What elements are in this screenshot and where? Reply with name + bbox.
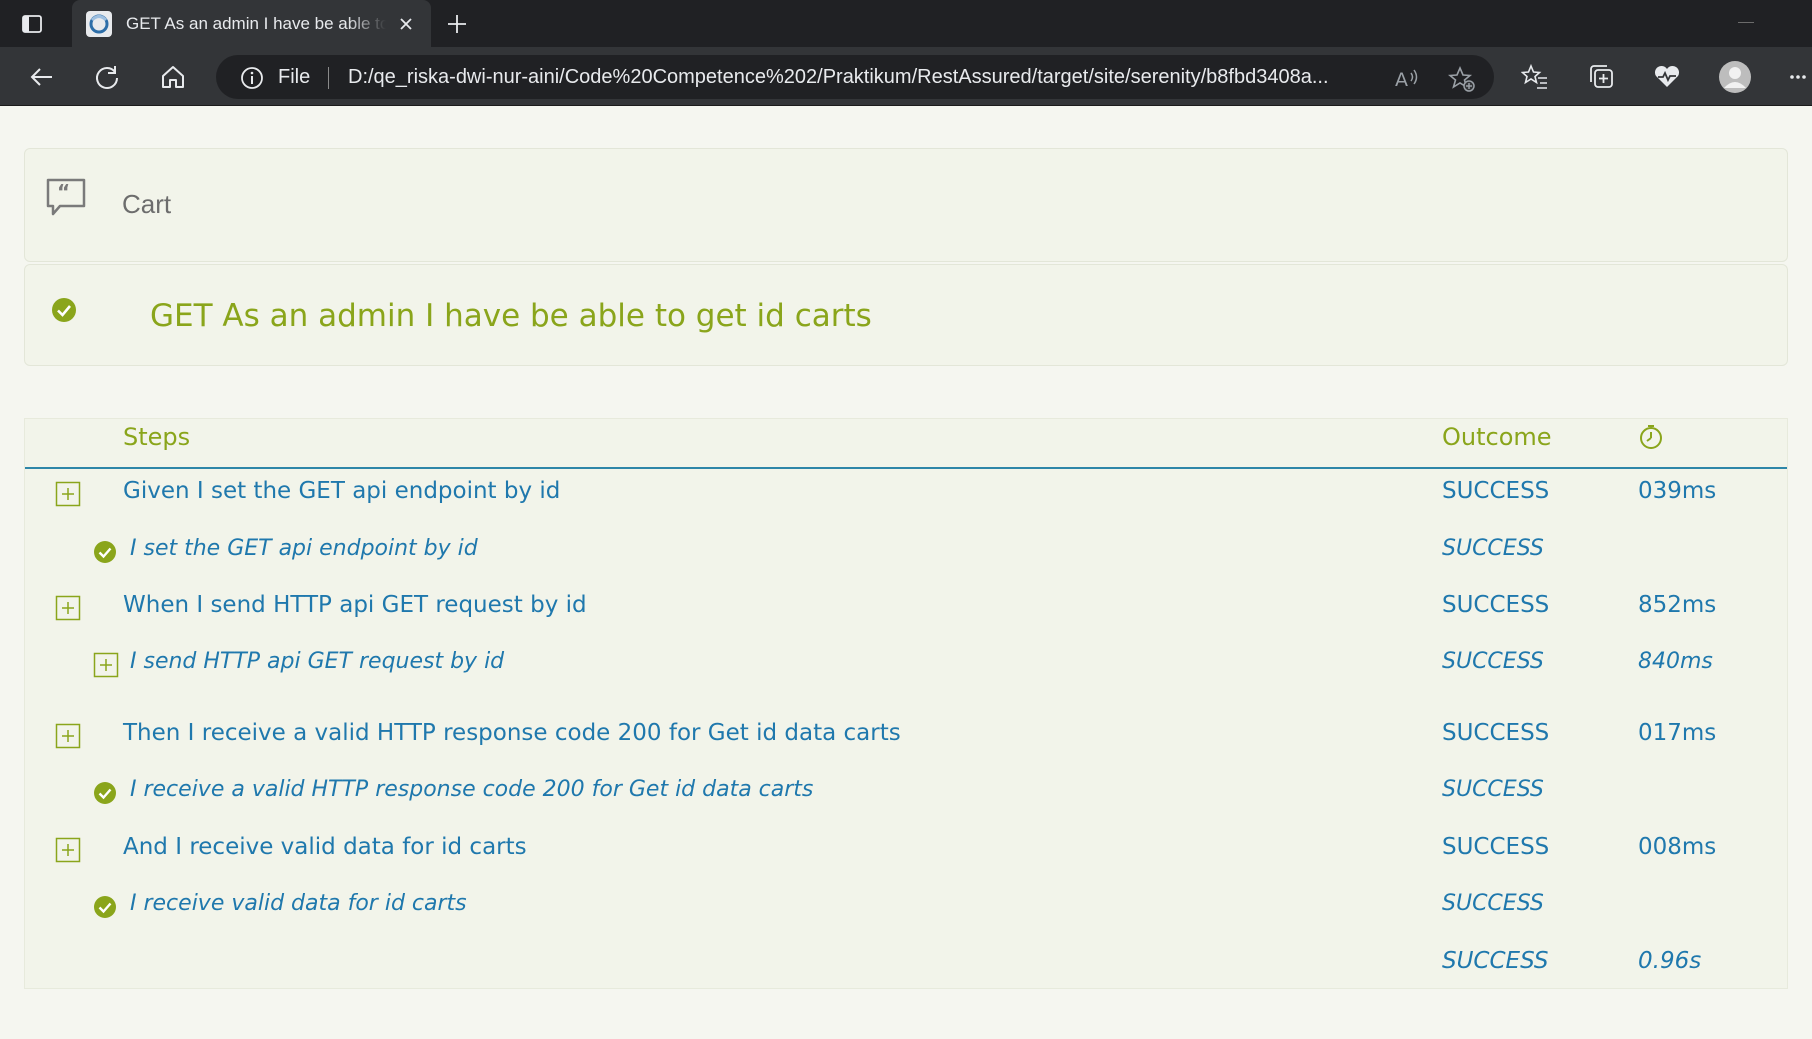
scenario-card: GET As an admin I have be able to get id… xyxy=(24,264,1788,366)
new-tab-icon[interactable] xyxy=(444,11,470,37)
success-check-icon xyxy=(93,895,117,919)
step-duration: 852ms xyxy=(1638,592,1717,618)
read-aloud-icon[interactable]: A xyxy=(1394,65,1420,91)
comment-icon: “ xyxy=(45,177,87,217)
substep-outcome: SUCCESS xyxy=(1442,777,1544,802)
substep-duration: 840ms xyxy=(1638,649,1713,674)
scenario-title: GET As an admin I have be able to get id… xyxy=(150,298,872,334)
step-description: Given I set the GET api endpoint by id xyxy=(123,478,561,504)
svg-text:A: A xyxy=(1395,69,1408,91)
substep-description: I receive valid data for id carts xyxy=(130,891,467,916)
step-outcome: SUCCESS xyxy=(1442,478,1550,504)
success-check-icon xyxy=(51,297,77,323)
tab-actions-icon[interactable] xyxy=(20,12,44,36)
step-row: Then I receive a valid HTTP response cod… xyxy=(25,717,1787,757)
add-favorite-icon[interactable] xyxy=(1447,65,1476,93)
svg-text:“: “ xyxy=(57,180,70,204)
step-row: When I send HTTP api GET request by id S… xyxy=(25,589,1787,629)
address-separator xyxy=(328,67,329,89)
substep-row: I send HTTP api GET request by id SUCCES… xyxy=(25,646,1787,686)
step-description: Then I receive a valid HTTP response cod… xyxy=(123,720,901,746)
steps-table-header: Steps Outcome xyxy=(25,419,1787,469)
expand-icon[interactable] xyxy=(55,595,81,621)
info-icon[interactable] xyxy=(240,66,264,90)
step-duration: 017ms xyxy=(1638,720,1717,746)
feature-name: Cart xyxy=(122,189,172,219)
success-check-icon xyxy=(93,540,117,564)
collections-icon[interactable] xyxy=(1585,61,1617,93)
serenity-favicon-icon xyxy=(86,11,112,37)
outcome-column-header: Outcome xyxy=(1442,423,1552,451)
substep-row: I receive valid data for id carts SUCCES… xyxy=(25,888,1787,928)
expand-icon[interactable] xyxy=(55,723,81,749)
browser-toolbar: File D:/qe_riska-dwi-nur-aini/Code%20Com… xyxy=(0,47,1812,106)
step-row: Given I set the GET api endpoint by id S… xyxy=(25,475,1787,515)
substep-outcome: SUCCESS xyxy=(1442,649,1544,674)
close-tab-icon[interactable] xyxy=(394,12,418,36)
substep-row: I set the GET api endpoint by id SUCCESS xyxy=(25,533,1787,573)
minimize-window-icon[interactable] xyxy=(1738,22,1754,23)
browser-essentials-icon[interactable] xyxy=(1651,61,1683,93)
steps-table: Steps Outcome Given I set the GET api en… xyxy=(24,418,1788,989)
success-check-icon xyxy=(93,781,117,805)
timer-icon xyxy=(1638,424,1664,450)
substep-outcome: SUCCESS xyxy=(1442,891,1544,916)
active-tab[interactable]: GET As an admin I have be able to get id… xyxy=(72,0,431,47)
substep-description: I send HTTP api GET request by id xyxy=(130,649,505,674)
expand-icon[interactable] xyxy=(55,481,81,507)
step-outcome: SUCCESS xyxy=(1442,834,1550,860)
feature-card: “ Cart xyxy=(24,148,1788,262)
more-options-icon[interactable] xyxy=(1784,61,1812,93)
substep-outcome: SUCCESS xyxy=(1442,536,1544,561)
step-duration: 039ms xyxy=(1638,478,1717,504)
steps-column-header: Steps xyxy=(123,423,191,451)
step-description: When I send HTTP api GET request by id xyxy=(123,592,587,618)
total-row: SUCCESS 0.96s xyxy=(25,945,1787,985)
back-icon[interactable] xyxy=(26,61,58,93)
tab-title: GET As an admin I have be able to get id… xyxy=(126,14,386,33)
expand-icon[interactable] xyxy=(93,652,119,678)
substep-row: I receive a valid HTTP response code 200… xyxy=(25,774,1787,814)
step-row: And I receive valid data for id carts SU… xyxy=(25,831,1787,871)
expand-icon[interactable] xyxy=(55,837,81,863)
total-duration: 0.96s xyxy=(1638,948,1702,974)
substep-description: I set the GET api endpoint by id xyxy=(130,536,478,561)
profile-avatar-icon[interactable] xyxy=(1719,61,1751,93)
total-outcome: SUCCESS xyxy=(1442,948,1549,974)
step-outcome: SUCCESS xyxy=(1442,720,1550,746)
substep-description: I receive a valid HTTP response code 200… xyxy=(130,777,814,802)
step-duration: 008ms xyxy=(1638,834,1717,860)
url-text[interactable]: D:/qe_riska-dwi-nur-aini/Code%20Competen… xyxy=(348,66,1396,89)
address-bar[interactable]: File D:/qe_riska-dwi-nur-aini/Code%20Com… xyxy=(216,55,1494,99)
home-icon[interactable] xyxy=(157,61,189,93)
address-scheme-label: File xyxy=(278,66,311,88)
step-description: And I receive valid data for id carts xyxy=(123,834,527,860)
favorites-icon[interactable] xyxy=(1519,61,1551,93)
browser-tab-bar: GET As an admin I have be able to get id… xyxy=(0,0,1812,47)
refresh-icon[interactable] xyxy=(91,61,123,93)
step-outcome: SUCCESS xyxy=(1442,592,1550,618)
